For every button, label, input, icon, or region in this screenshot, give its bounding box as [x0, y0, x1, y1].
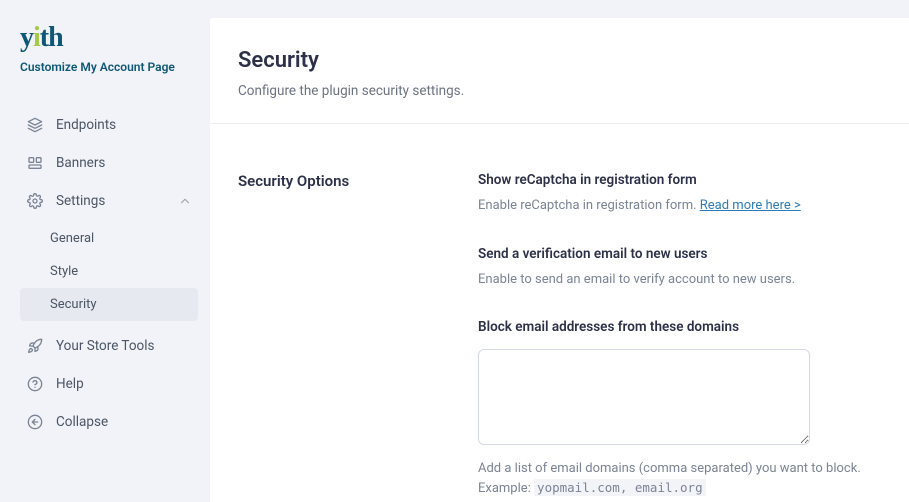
option-description: Add a list of email domains (comma separ… [478, 459, 881, 498]
option-label: Show reCaptcha in registration form [478, 172, 881, 188]
gear-icon [26, 192, 44, 210]
rocket-icon [26, 337, 44, 355]
sidebar: yith Customize My Account Page Endpoints… [0, 0, 210, 502]
layers-icon [26, 116, 44, 134]
help-icon [26, 375, 44, 393]
settings-subnav: General Style Security [20, 222, 198, 321]
option-recaptcha: Show reCaptcha in registration form Enab… [478, 172, 881, 216]
sidebar-item-label: Settings [56, 193, 105, 209]
page-description: Configure the plugin security settings. [238, 83, 881, 99]
main-panel: Security Configure the plugin security s… [210, 18, 909, 502]
block-domains-textarea[interactable] [478, 349, 810, 445]
option-description: Enable reCaptcha in registration form. R… [478, 196, 881, 216]
sidebar-subitem-security[interactable]: Security [20, 288, 198, 321]
sidebar-item-label: Endpoints [56, 117, 116, 133]
sidebar-item-help[interactable]: Help [20, 365, 198, 403]
option-block-domains: Block email addresses from these domains… [478, 319, 881, 498]
sidebar-item-endpoints[interactable]: Endpoints [20, 106, 198, 144]
sidebar-item-label: General [50, 231, 94, 246]
content: Security Options Show reCaptcha in regis… [210, 124, 909, 502]
option-label: Send a verification email to new users [478, 246, 881, 262]
sidebar-nav: Endpoints Banners Settings General Style… [20, 106, 198, 441]
chevron-up-icon [178, 194, 192, 208]
section-title: Security Options [238, 172, 418, 502]
sidebar-item-collapse[interactable]: Collapse [20, 403, 198, 441]
sidebar-item-settings[interactable]: Settings [20, 182, 198, 220]
sidebar-item-label: Your Store Tools [56, 338, 155, 354]
banners-icon [26, 154, 44, 172]
sidebar-item-label: Style [50, 264, 78, 279]
sidebar-item-banners[interactable]: Banners [20, 144, 198, 182]
sidebar-item-label: Security [50, 297, 97, 312]
sidebar-subitem-style[interactable]: Style [20, 255, 198, 288]
page-header: Security Configure the plugin security s… [210, 18, 909, 124]
option-help-code: yopmail.com, email.org [534, 479, 706, 496]
sidebar-item-label: Help [56, 376, 84, 392]
collapse-icon [26, 413, 44, 431]
brand-logo: yith [20, 22, 198, 54]
sidebar-item-store-tools[interactable]: Your Store Tools [20, 327, 198, 365]
option-desc-text: Enable reCaptcha in registration form. [478, 198, 700, 213]
option-description: Enable to send an email to verify accoun… [478, 270, 881, 290]
brand-subtitle: Customize My Account Page [20, 60, 198, 74]
page-title: Security [238, 48, 881, 73]
sidebar-subitem-general[interactable]: General [20, 222, 198, 255]
sidebar-item-label: Banners [56, 155, 105, 171]
sidebar-item-label: Collapse [56, 414, 108, 430]
option-label: Block email addresses from these domains [478, 319, 881, 335]
option-verify-email: Send a verification email to new users E… [478, 246, 881, 290]
options-column: Show reCaptcha in registration form Enab… [478, 172, 881, 502]
read-more-link[interactable]: Read more here > [700, 198, 801, 213]
